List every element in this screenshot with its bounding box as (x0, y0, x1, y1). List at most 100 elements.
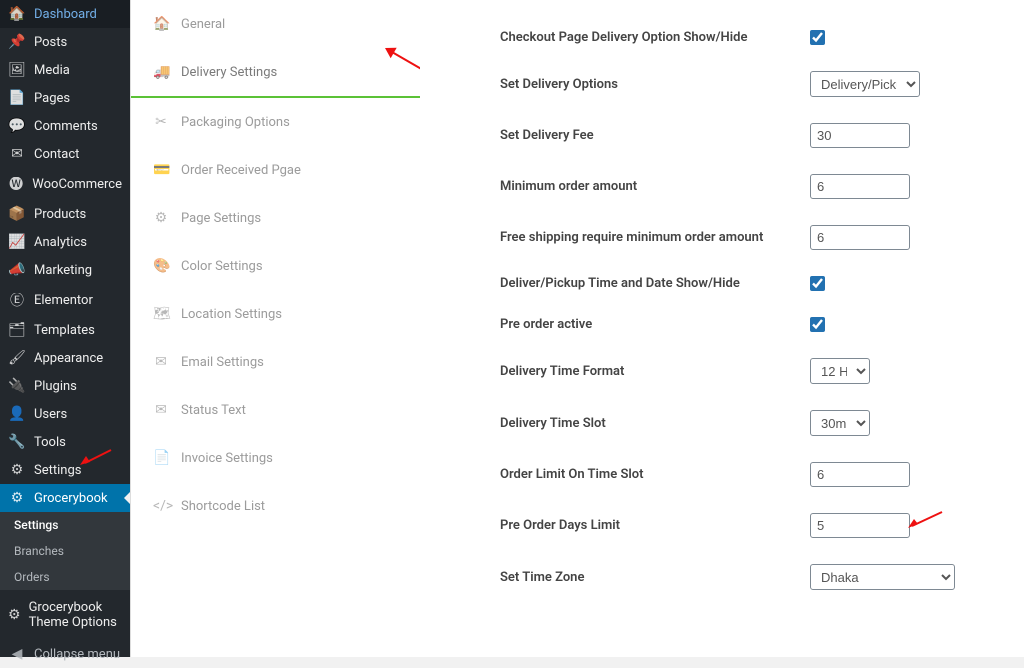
sidebar-item-templates[interactable]: 🗂 Templates (0, 316, 130, 344)
tab-label: Location Settings (181, 307, 282, 322)
sidebar-item-label: Elementor (34, 293, 93, 308)
preorder-days-input[interactable] (810, 513, 910, 538)
sidebar-item-label: Grocerybook (34, 491, 108, 506)
tab-shortcode-list[interactable]: </>Shortcode List (131, 482, 420, 530)
field-label: Pre Order Days Limit (500, 518, 810, 533)
map-icon: 🗺 (153, 306, 169, 322)
field-label: Checkout Page Delivery Option Show/Hide (500, 30, 810, 45)
tab-invoice-settings[interactable]: 📄Invoice Settings (131, 434, 420, 482)
sidebar-item-label: Grocerybook Theme Options (29, 600, 122, 630)
preorder-active-checkbox[interactable] (810, 317, 825, 332)
sidebar-item-woocommerce[interactable]: 🅦WooCommerce (0, 168, 130, 200)
field-label: Deliver/Pickup Time and Date Show/Hide (500, 276, 810, 291)
tab-location-settings[interactable]: 🗺 Location Settings (131, 290, 420, 338)
row-timezone: Set Time Zone Dhaka (500, 564, 994, 590)
tab-label: Order Received Pgae (181, 163, 301, 178)
free-ship-min-input[interactable] (810, 225, 910, 250)
sidebar-item-plugins[interactable]: 🔌Plugins (0, 372, 130, 400)
page-icon: 📄 (8, 90, 26, 106)
checkout-show-checkbox[interactable] (810, 30, 825, 45)
row-order-limit: Order Limit On Time Slot (500, 462, 994, 487)
field-label: Set Delivery Options (500, 77, 810, 92)
tab-label: Status Text (181, 403, 246, 418)
sidebar-item-contact[interactable]: ✉Contact (0, 140, 130, 168)
tab-label: General (181, 17, 225, 32)
sidebar-item-dashboard[interactable]: 🏠Dashboard (0, 0, 130, 28)
card-icon: 💳 (153, 162, 169, 178)
gear-icon: ⚙ (153, 210, 169, 226)
home-icon: 🏠 (153, 16, 169, 32)
time-slot-select[interactable]: 30min (810, 410, 870, 436)
sidebar-item-users[interactable]: 👤Users (0, 400, 130, 428)
tab-general[interactable]: 🏠 General (131, 0, 420, 48)
sidebar-item-label: Templates (34, 323, 95, 338)
sidebar-item-comments[interactable]: 💬Comments (0, 112, 130, 140)
chart-icon: 📈 (8, 234, 26, 250)
sidebar-item-media[interactable]: 🖼Media (0, 56, 130, 84)
pin-icon: 📌 (8, 34, 26, 50)
row-time-show: Deliver/Pickup Time and Date Show/Hide (500, 276, 994, 291)
tab-delivery-settings[interactable]: 🚚Delivery Settings (131, 48, 420, 98)
sidebar-item-grocerybook[interactable]: ⚙Grocerybook (0, 484, 130, 512)
time-format-select[interactable]: 12 Hour (810, 358, 870, 384)
sidebar-item-label: Settings (34, 463, 81, 478)
order-limit-input[interactable] (810, 462, 910, 487)
min-order-input[interactable] (810, 174, 910, 199)
delivery-options-select[interactable]: Delivery/Pickup Both (810, 71, 920, 97)
field-label: Delivery Time Format (500, 364, 810, 379)
sidebar-sub-settings[interactable]: Settings (0, 512, 130, 538)
tab-color-settings[interactable]: 🎨Color Settings (131, 242, 420, 290)
sidebar-item-label: Pages (34, 91, 70, 106)
sidebar-item-tools[interactable]: 🔧Tools (0, 428, 130, 456)
sidebar-item-settings[interactable]: ⚙ Settings (0, 456, 130, 484)
delivery-fee-input[interactable] (810, 123, 910, 148)
tab-status-text[interactable]: ✉ Status Text (131, 386, 420, 434)
row-checkout-show: Checkout Page Delivery Option Show/Hide (500, 30, 994, 45)
tab-order-received[interactable]: 💳 Order Received Pgae (131, 146, 420, 194)
sidebar-item-label: Marketing (34, 263, 92, 278)
tab-packaging-options[interactable]: ✂Packaging Options (131, 98, 420, 146)
templates-icon: 🗂 (8, 322, 26, 338)
sidebar-item-label: WooCommerce (32, 177, 122, 192)
sidebar-item-marketing[interactable]: 📣Marketing (0, 256, 130, 284)
plug-icon: 🔌 (8, 378, 26, 394)
sidebar-item-products[interactable]: 📦Products (0, 200, 130, 228)
code-icon: </> (153, 498, 169, 514)
wp-admin-sidebar: 🏠Dashboard 📌Posts 🖼Media 📄 Pages 💬Comment… (0, 0, 130, 657)
sidebar-sub-branches[interactable]: Branches (0, 538, 130, 564)
sidebar-sub-orders[interactable]: Orders (0, 564, 130, 590)
row-preorder-active: Pre order active (500, 317, 994, 332)
row-free-ship-min: Free shipping require minimum order amou… (500, 225, 994, 250)
sidebar-item-appearance[interactable]: 🖌Appearance (0, 344, 130, 372)
tab-email-settings[interactable]: ✉Email Settings (131, 338, 420, 386)
gear-icon: ⚙ (8, 462, 26, 478)
mail-icon: ✉ (153, 354, 169, 370)
sidebar-item-posts[interactable]: 📌Posts (0, 28, 130, 56)
row-time-slot: Delivery Time Slot 30min (500, 410, 994, 436)
tab-page-settings[interactable]: ⚙Page Settings (131, 194, 420, 242)
user-icon: 👤 (8, 406, 26, 422)
sidebar-collapse[interactable]: ◀Collapse menu (0, 640, 130, 668)
sidebar-item-pages[interactable]: 📄 Pages (0, 84, 130, 112)
mail-icon: ✉ (153, 402, 169, 418)
brush-icon: 🖌 (8, 350, 26, 366)
sidebar-submenu: Settings Branches Orders (0, 512, 130, 590)
row-preorder-days: Pre Order Days Limit (500, 513, 994, 538)
time-show-checkbox[interactable] (810, 276, 825, 291)
field-label: Free shipping require minimum order amou… (500, 230, 810, 245)
sidebar-item-analytics[interactable]: 📈Analytics (0, 228, 130, 256)
row-delivery-options: Set Delivery Options Delivery/Pickup Bot… (500, 71, 994, 97)
timezone-select[interactable]: Dhaka (810, 564, 955, 590)
sidebar-item-elementor[interactable]: ⒺElementor (0, 284, 130, 316)
sidebar-item-label: Dashboard (34, 7, 97, 22)
sidebar-item-label: Media (34, 63, 70, 78)
row-delivery-fee: Set Delivery Fee (500, 123, 994, 148)
field-label: Set Time Zone (500, 570, 810, 585)
tab-label: Invoice Settings (181, 451, 273, 466)
sidebar-item-label: Collapse menu (34, 647, 120, 662)
wrench-icon: 🔧 (8, 434, 26, 450)
scissors-icon: ✂ (153, 114, 169, 130)
sidebar-item-theme-options[interactable]: ⚙Grocerybook Theme Options (0, 594, 130, 636)
field-label: Delivery Time Slot (500, 416, 810, 431)
field-label: Pre order active (500, 317, 810, 332)
